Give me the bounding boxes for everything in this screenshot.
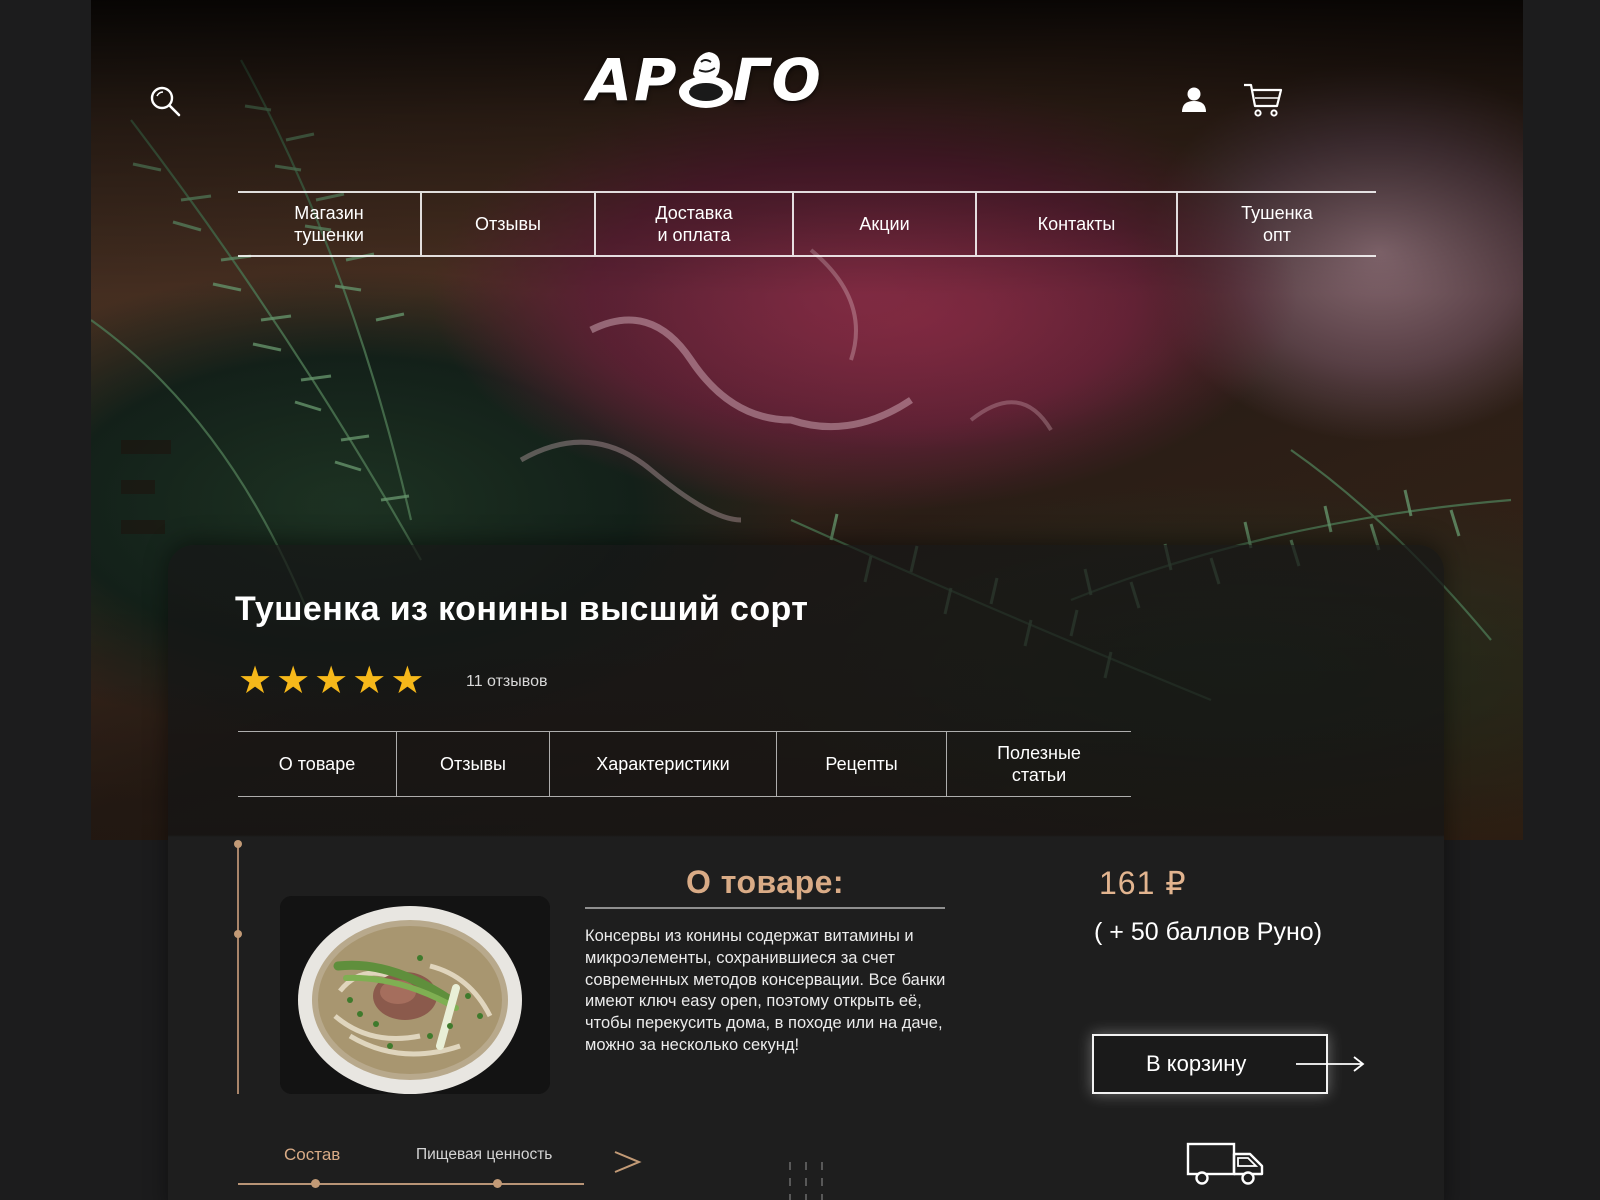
tab-nutrition[interactable]: Пищевая ценность [416, 1146, 552, 1164]
reviews-count-link[interactable]: 11 отзывов [466, 673, 547, 691]
nav-item-delivery[interactable]: Доставка и оплата [594, 193, 792, 255]
tabs-underline [238, 1183, 584, 1185]
search-icon[interactable] [148, 84, 182, 118]
logo-text-left: АР [587, 46, 679, 114]
truck-icon [1186, 1142, 1264, 1185]
star-icon: ★ [314, 658, 349, 702]
star-icon: ★ [276, 658, 311, 702]
composition-tabs: Состав Пищевая ценность [238, 1145, 584, 1188]
main-navigation: Магазин тушенки Отзывы Доставка и оплата… [238, 191, 1376, 257]
nav-item-contacts[interactable]: Контакты [975, 193, 1176, 255]
arrow-right-icon [1296, 1056, 1365, 1072]
tab-recipes[interactable]: Рецепты [776, 732, 946, 796]
soup-bowl-image [280, 896, 550, 1094]
about-divider [585, 907, 945, 909]
timeline-line [237, 842, 239, 1094]
tab-indicator-dot [493, 1179, 502, 1188]
star-icon: ★ [390, 658, 425, 702]
section-timeline [234, 840, 242, 1096]
tab-articles[interactable]: Полезные статьи [946, 732, 1131, 796]
about-heading: О товаре: [685, 864, 845, 900]
tab-reviews[interactable]: Отзывы [396, 732, 549, 796]
product-title: Тушенка из конины высший сорт [235, 590, 809, 628]
about-description: Консервы из конины содержат витамины и м… [585, 927, 946, 1054]
user-icon[interactable] [1178, 84, 1210, 116]
star-icon: ★ [352, 658, 387, 702]
tab-characteristics[interactable]: Характеристики [549, 732, 776, 796]
nav-item-reviews[interactable]: Отзывы [420, 193, 594, 255]
rating-stars: ★ ★ ★ ★ ★ [238, 661, 424, 699]
logo-emblem-icon [678, 52, 733, 108]
product-price: 161 ₽ [1099, 865, 1187, 901]
chevron-right-icon[interactable] [612, 1147, 642, 1177]
product-tabs: О товаре Отзывы Характеристики Рецепты П… [238, 731, 1131, 797]
tab-about[interactable]: О товаре [238, 732, 396, 796]
logo-text-right: ГО [732, 46, 823, 114]
nav-item-shop[interactable]: Магазин тушенки [238, 193, 420, 255]
add-to-cart-button[interactable]: В корзину [1092, 1034, 1328, 1094]
bonus-points: ( + 50 баллов Руно) [1094, 918, 1323, 946]
nav-item-promotions[interactable]: Акции [792, 193, 975, 255]
star-icon: ★ [238, 658, 273, 702]
product-photo [280, 896, 550, 1094]
tab-composition[interactable]: Состав [284, 1145, 340, 1165]
timeline-dot [234, 840, 242, 848]
tab-indicator-dot [311, 1179, 320, 1188]
nav-item-wholesale[interactable]: Тушенка опт [1176, 193, 1376, 255]
cart-icon[interactable] [1243, 82, 1283, 118]
decorative-dashes [789, 1162, 823, 1200]
logo[interactable]: АР ГО [555, 40, 855, 120]
timeline-dot-active [234, 930, 242, 938]
